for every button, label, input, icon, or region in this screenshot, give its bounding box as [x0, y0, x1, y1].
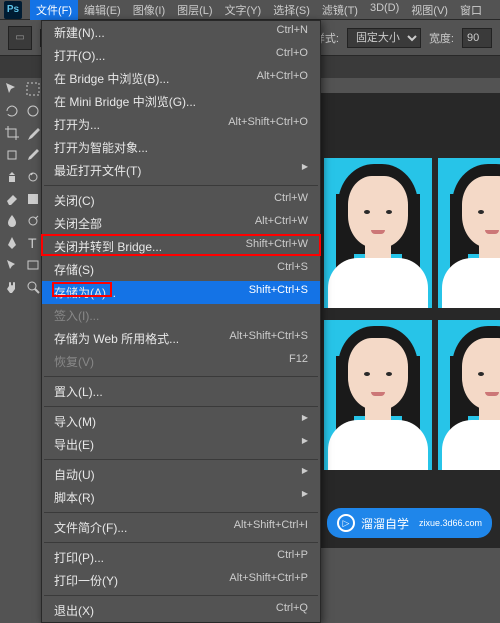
- menu-separator: [44, 512, 318, 513]
- lasso-tool[interactable]: [2, 100, 22, 122]
- menu-item[interactable]: 存储为 Web 所用格式...Alt+Shift+Ctrl+S: [42, 327, 320, 350]
- photo-grid: [324, 158, 500, 470]
- menu-item[interactable]: 自动(U): [42, 463, 320, 486]
- menu-separator: [44, 376, 318, 377]
- watermark: ▷ 溜溜自学 zixue.3d66.com: [327, 508, 492, 538]
- menu-item[interactable]: 置入(L)...: [42, 380, 320, 403]
- style-select[interactable]: 固定大小: [347, 28, 421, 48]
- menu-item[interactable]: 打开为智能对象...: [42, 136, 320, 159]
- menu-文件f[interactable]: 文件(F): [30, 0, 78, 20]
- menu-选择s[interactable]: 选择(S): [267, 0, 316, 20]
- menu-视图v[interactable]: 视图(V): [405, 0, 454, 20]
- menu-item[interactable]: 关闭全部Alt+Ctrl+W: [42, 212, 320, 235]
- menu-item[interactable]: 打开(O)...Ctrl+O: [42, 44, 320, 67]
- tools-panel: T: [0, 78, 44, 548]
- menu-文字y[interactable]: 文字(Y): [219, 0, 268, 20]
- menu-图层l[interactable]: 图层(L): [171, 0, 218, 20]
- id-photo: [324, 158, 432, 308]
- menu-item[interactable]: 存储(S)Ctrl+S: [42, 258, 320, 281]
- watermark-url: zixue.3d66.com: [419, 518, 482, 528]
- app-logo: Ps: [4, 1, 22, 19]
- menu-item[interactable]: 最近打开文件(T): [42, 159, 320, 182]
- menu-窗口[interactable]: 窗口: [454, 0, 488, 20]
- eraser-tool[interactable]: [2, 188, 22, 210]
- path-selection-tool[interactable]: [2, 254, 22, 276]
- menu-item[interactable]: 退出(X)Ctrl+Q: [42, 599, 320, 622]
- move-tool[interactable]: [2, 78, 22, 100]
- menu-3dd[interactable]: 3D(D): [364, 0, 405, 20]
- menu-item[interactable]: 打印(P)...Ctrl+P: [42, 546, 320, 569]
- menu-item: 签入(I)...: [42, 304, 320, 327]
- clone-stamp-tool[interactable]: [2, 166, 22, 188]
- file-menu-dropdown: 新建(N)...Ctrl+N打开(O)...Ctrl+O在 Bridge 中浏览…: [41, 20, 321, 623]
- menu-滤镜t[interactable]: 滤镜(T): [316, 0, 364, 20]
- menu-item[interactable]: 打印一份(Y)Alt+Shift+Ctrl+P: [42, 569, 320, 592]
- id-photo: [438, 320, 500, 470]
- healing-tool[interactable]: [2, 144, 22, 166]
- menu-item: 恢复(V)F12: [42, 350, 320, 373]
- menu-separator: [44, 185, 318, 186]
- menu-item[interactable]: 在 Bridge 中浏览(B)...Alt+Ctrl+O: [42, 67, 320, 90]
- menu-separator: [44, 595, 318, 596]
- menu-separator: [44, 406, 318, 407]
- blur-tool[interactable]: [2, 210, 22, 232]
- id-photo: [324, 320, 432, 470]
- menu-item[interactable]: 文件简介(F)...Alt+Shift+Ctrl+I: [42, 516, 320, 539]
- width-label: 宽度:: [429, 30, 454, 46]
- menu-item[interactable]: 新建(N)...Ctrl+N: [42, 21, 320, 44]
- menu-item[interactable]: 存储为(A)...Shift+Ctrl+S: [42, 281, 320, 304]
- pen-tool[interactable]: [2, 232, 22, 254]
- menu-item[interactable]: 关闭并转到 Bridge...Shift+Ctrl+W: [42, 235, 320, 258]
- menu-item[interactable]: 导入(M): [42, 410, 320, 433]
- play-icon: ▷: [337, 514, 355, 532]
- menu-item[interactable]: 脚本(R): [42, 486, 320, 509]
- menu-item[interactable]: 打开为...Alt+Shift+Ctrl+O: [42, 113, 320, 136]
- svg-text:T: T: [28, 235, 37, 251]
- menubar: Ps 文件(F)编辑(E)图像(I)图层(L)文字(Y)选择(S)滤镜(T)3D…: [0, 0, 500, 20]
- menu-item[interactable]: 导出(E): [42, 433, 320, 456]
- menu-separator: [44, 459, 318, 460]
- width-input[interactable]: [462, 28, 492, 48]
- tool-preset-icon[interactable]: ▭: [8, 26, 32, 50]
- menu-item[interactable]: 关闭(C)Ctrl+W: [42, 189, 320, 212]
- menu-编辑e[interactable]: 编辑(E): [78, 0, 127, 20]
- watermark-text: 溜溜自学: [361, 515, 409, 532]
- menu-item[interactable]: 在 Mini Bridge 中浏览(G)...: [42, 90, 320, 113]
- menu-图像i[interactable]: 图像(I): [127, 0, 171, 20]
- id-photo: [438, 158, 500, 308]
- menu-separator: [44, 542, 318, 543]
- hand-tool[interactable]: [2, 276, 22, 298]
- crop-tool[interactable]: [2, 122, 22, 144]
